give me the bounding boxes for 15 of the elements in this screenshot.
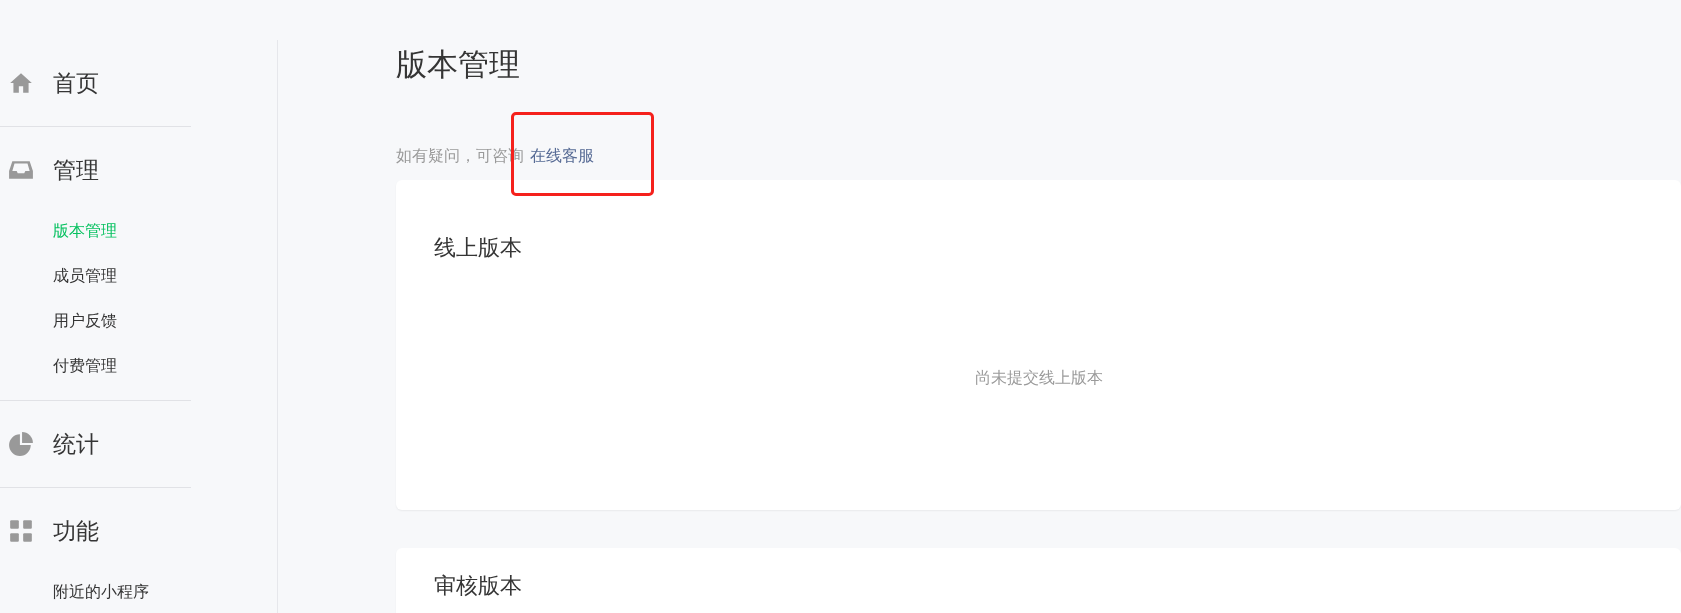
nav-item[interactable]: 付费管理 [53,354,191,378]
nav-item[interactable]: 附近的小程序 [53,580,191,604]
card-title: 审核版本 [434,572,522,600]
nav-item[interactable]: 用户反馈 [53,309,191,333]
nav-section-title[interactable]: 统计 [53,428,99,460]
card-title: 线上版本 [434,234,522,262]
page-title: 版本管理 [396,45,521,84]
support-link[interactable]: 在线客服 [530,146,594,165]
empty-message: 尚未提交线上版本 [974,367,1103,389]
nav-section-title[interactable]: 管理 [53,154,99,186]
pie-chart-icon [8,431,34,457]
nav-section-title[interactable]: 功能 [53,515,99,547]
grid-icon [8,518,34,544]
nav-item[interactable]: 成员管理 [53,264,191,288]
nav-section-title[interactable]: 首页 [53,67,99,99]
